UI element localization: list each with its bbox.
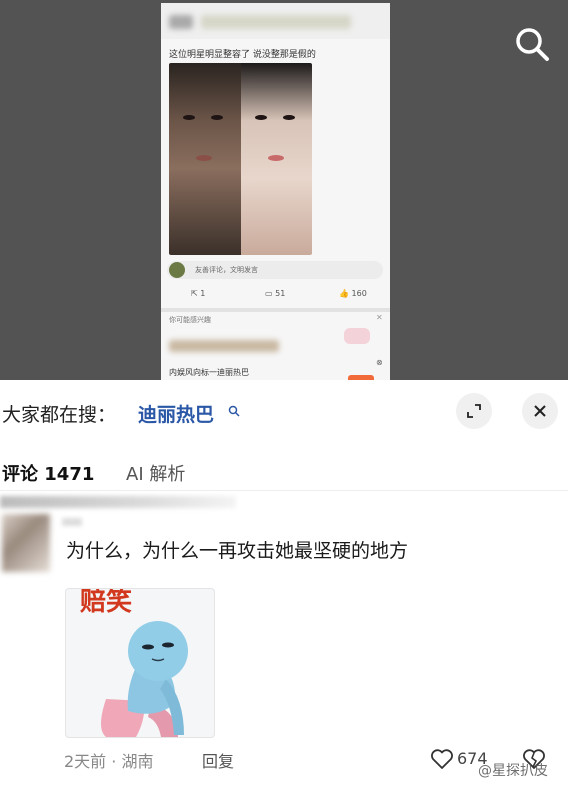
meme-caption: 赔笑 [80, 588, 133, 617]
close-icon [534, 405, 546, 417]
reply-button[interactable]: 回复 [202, 748, 234, 772]
heart-icon[interactable] [430, 748, 454, 770]
avatar[interactable] [2, 514, 50, 572]
post-stats: ⇱ 1 ▭ 51 👍 160 [161, 287, 390, 303]
divider [161, 308, 390, 312]
search-icon[interactable] [512, 24, 552, 64]
face-photo-right [240, 63, 312, 255]
face-photo-left [169, 63, 241, 255]
comment-input[interactable]: 友善评论，文明发言 [167, 261, 383, 279]
search-prefix: 大家都在搜： [2, 404, 117, 426]
close-button[interactable] [522, 393, 558, 429]
comment-item: 为什么，为什么一再攻击她最坚硬的地方 赔笑 2天前 · 湖南 回复 674 [0, 496, 568, 785]
repost-count[interactable]: ⇱ 1 [191, 289, 205, 298]
close-icon[interactable]: ✕ [376, 313, 383, 322]
divider [0, 490, 568, 491]
like-count-small[interactable]: 👍 160 [339, 289, 367, 298]
post-header [161, 3, 390, 39]
avatar [169, 262, 185, 278]
expand-icon [467, 404, 481, 418]
tab-comments[interactable]: 评论 1471 [2, 460, 94, 486]
blurred-text [169, 340, 279, 352]
comment-text: 为什么，为什么一再攻击她最坚硬的地方 [66, 540, 409, 562]
blurred-user-meta [62, 518, 82, 526]
post-caption: 这位明星明显整容了 说没整那是假的 [169, 50, 316, 60]
watermark: @星探扒皮 [478, 763, 548, 779]
interest-item[interactable]: 内娱风向标一迪丽热巴 [169, 367, 249, 378]
dismiss-icon[interactable]: ⊗ [376, 358, 383, 367]
expand-button[interactable] [456, 393, 492, 429]
comment-time-location: 2天前 · 湖南 [64, 752, 154, 771]
post-image[interactable] [169, 63, 312, 255]
comment-count[interactable]: ▭ 51 [265, 289, 285, 298]
search-term-link[interactable]: 迪丽热巴 [138, 400, 214, 427]
meme-image[interactable]: 赔笑 [65, 588, 215, 738]
blurred-username [0, 496, 236, 508]
interest-title: 你可能感兴趣 [169, 316, 211, 324]
search-icon [228, 405, 240, 417]
tab-ai-analysis[interactable]: AI 解析 [126, 460, 185, 486]
comment-placeholder: 友善评论，文明发言 [195, 266, 258, 274]
phone-screen: 这位明星明显整容了 说没整那是假的 友善评论，文明发言 ⇱ 1 ▭ 51 👍 1… [161, 3, 390, 380]
comment-sheet: 大家都在搜： 迪丽热巴 评论 1471 AI 解析 为什么，为什么一再攻击她最坚… [0, 380, 568, 785]
sticker-image [344, 328, 370, 344]
